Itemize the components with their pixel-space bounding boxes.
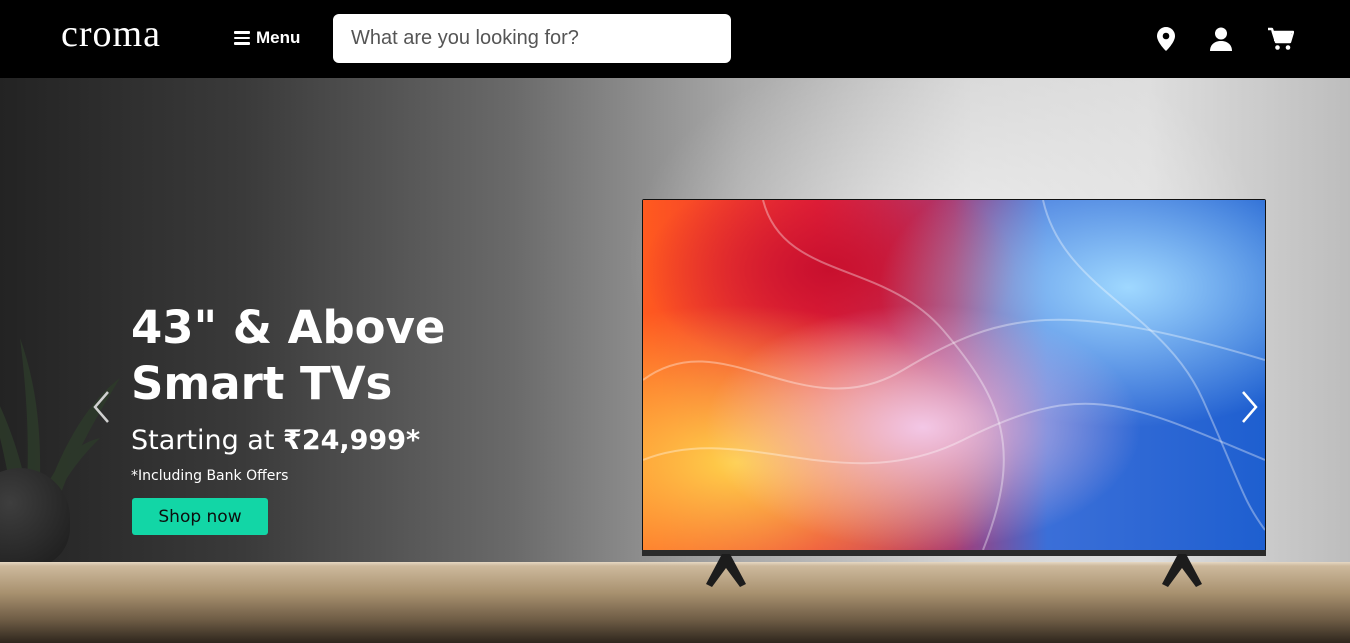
store-locator-button[interactable] — [1151, 24, 1181, 54]
tv-screen-art — [643, 200, 1265, 550]
croma-logo[interactable]: croma — [61, 14, 161, 54]
logo-text: croma — [61, 13, 161, 55]
tv-product-image — [642, 199, 1266, 556]
hero-title: 43" & Above Smart TVs — [131, 300, 531, 412]
search-input[interactable] — [333, 14, 731, 63]
hero-title-line-1: 43" & Above — [131, 301, 446, 354]
hero-title-line-2: Smart TVs — [131, 357, 393, 410]
menu-button[interactable]: Menu — [234, 26, 300, 50]
carousel-prev-arrow-icon[interactable] — [90, 390, 114, 424]
tv-stand-left — [706, 554, 746, 587]
top-navigation-bar: croma Menu — [0, 0, 1350, 78]
carousel-next-arrow-icon[interactable] — [1237, 390, 1261, 424]
cart-icon — [1268, 27, 1294, 50]
tv-stand-right — [1162, 554, 1202, 587]
price-prefix: Starting at — [131, 425, 275, 456]
shop-now-button[interactable]: Shop now — [132, 498, 268, 535]
menu-label: Menu — [256, 28, 301, 47]
wooden-shelf — [0, 566, 1350, 643]
cart-button[interactable] — [1266, 24, 1296, 54]
user-icon — [1210, 27, 1232, 51]
hero-banner[interactable]: 43" & Above Smart TVs Starting at ₹24,99… — [0, 78, 1350, 643]
hero-disclaimer: *Including Bank Offers — [131, 468, 289, 484]
hamburger-icon — [234, 31, 250, 45]
price-value: ₹24,999* — [283, 425, 421, 456]
hero-price: Starting at ₹24,999* — [131, 424, 420, 458]
account-button[interactable] — [1206, 24, 1236, 54]
location-pin-icon — [1157, 27, 1175, 51]
